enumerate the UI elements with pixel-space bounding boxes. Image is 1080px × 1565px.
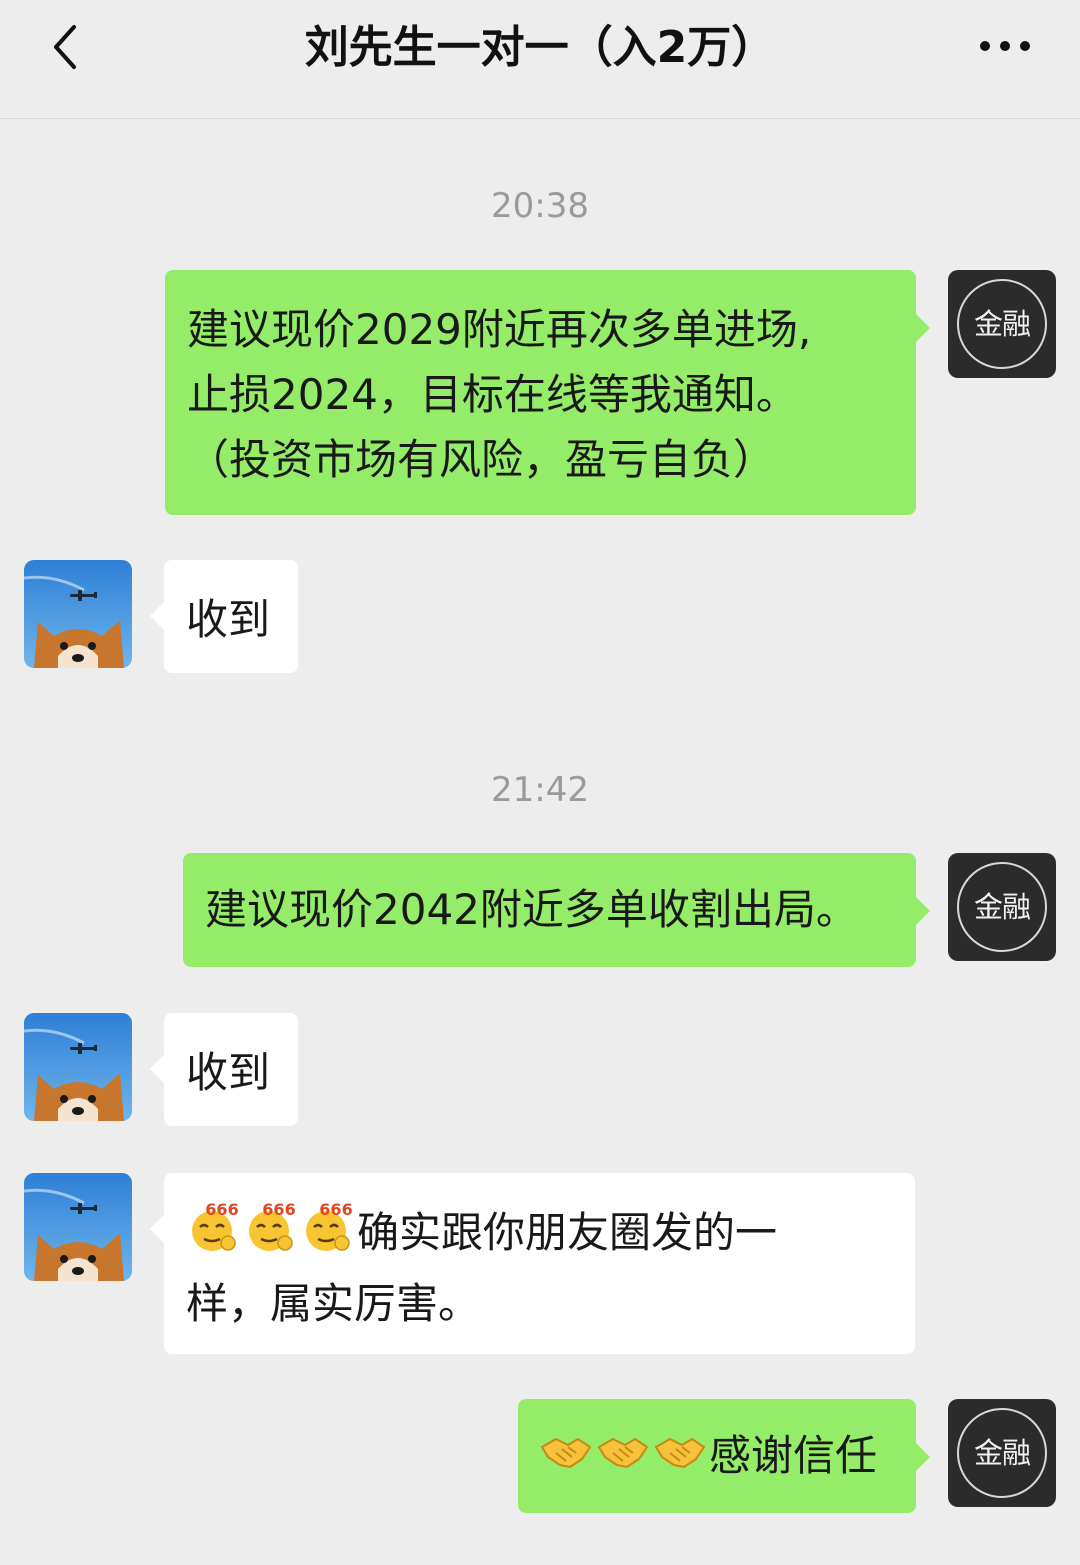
- contact-avatar[interactable]: [24, 560, 132, 668]
- chat-title: 刘先生一对一（入2万）: [304, 22, 776, 73]
- self-avatar[interactable]: 金融: [948, 1399, 1056, 1507]
- message-bubble-outgoing[interactable]: 感谢信任: [518, 1399, 930, 1513]
- svg-text:666: 666: [319, 1201, 352, 1219]
- message-bubble-incoming[interactable]: 收到: [150, 1013, 298, 1126]
- timestamp: 20:38: [491, 186, 589, 226]
- shiba-dog-avatar-icon: [24, 1173, 132, 1281]
- message-text: 建议现价2042附近多单收割出局。: [205, 885, 858, 934]
- message-line: 建议现价2029附近再次多单进场,: [187, 305, 812, 354]
- self-avatar[interactable]: 金融: [948, 270, 1056, 378]
- message-line: （投资市场有风险，盈亏自负）: [187, 435, 776, 484]
- message-line: 666 666 666 确实跟你朋友圈发的一: [186, 1200, 893, 1271]
- message-text: 收到: [186, 595, 271, 644]
- avatar-logo: 金融: [957, 1408, 1047, 1498]
- 666-emoji-icon: 666: [300, 1200, 356, 1271]
- 666-emoji-icon: 666: [186, 1200, 242, 1271]
- shiba-dog-avatar-icon: [24, 1013, 132, 1121]
- message-bubble-incoming[interactable]: 666 666 666 确实跟你朋友圈发的一 样，属实厉害。: [150, 1173, 915, 1354]
- handshake-emoji-icon: [538, 1426, 594, 1491]
- shiba-dog-avatar-icon: [24, 560, 132, 668]
- svg-text:666: 666: [262, 1201, 295, 1219]
- top-bar: 刘先生一对一（入2万）: [0, 0, 1080, 119]
- self-avatar[interactable]: 金融: [948, 853, 1056, 961]
- message-line: 样，属实厉害。: [186, 1278, 481, 1328]
- contact-avatar[interactable]: [24, 1013, 132, 1121]
- message-bubble-outgoing[interactable]: 建议现价2042附近多单收割出局。: [183, 853, 930, 967]
- message-line: 止损2024，目标在线等我通知。: [187, 370, 798, 419]
- handshake-emoji-icon: [652, 1426, 708, 1491]
- handshake-emoji-icon: [595, 1426, 651, 1491]
- timestamp: 21:42: [491, 770, 589, 810]
- message-text: 确实跟你朋友圈发的一: [357, 1208, 778, 1257]
- message-bubble-outgoing[interactable]: 建议现价2029附近再次多单进场, 止损2024，目标在线等我通知。 （投资市场…: [165, 270, 930, 515]
- back-button[interactable]: [40, 18, 100, 78]
- more-button[interactable]: [970, 18, 1040, 78]
- chevron-left-icon: [54, 25, 76, 69]
- avatar-logo: 金融: [957, 862, 1047, 952]
- svg-text:666: 666: [205, 1201, 238, 1219]
- message-text: 收到: [186, 1048, 271, 1097]
- message-bubble-incoming[interactable]: 收到: [150, 560, 298, 673]
- contact-avatar[interactable]: [24, 1173, 132, 1281]
- 666-emoji-icon: 666: [243, 1200, 299, 1271]
- more-dots-icon: [980, 41, 1030, 51]
- avatar-logo: 金融: [957, 279, 1047, 369]
- message-text: 感谢信任: [709, 1431, 878, 1480]
